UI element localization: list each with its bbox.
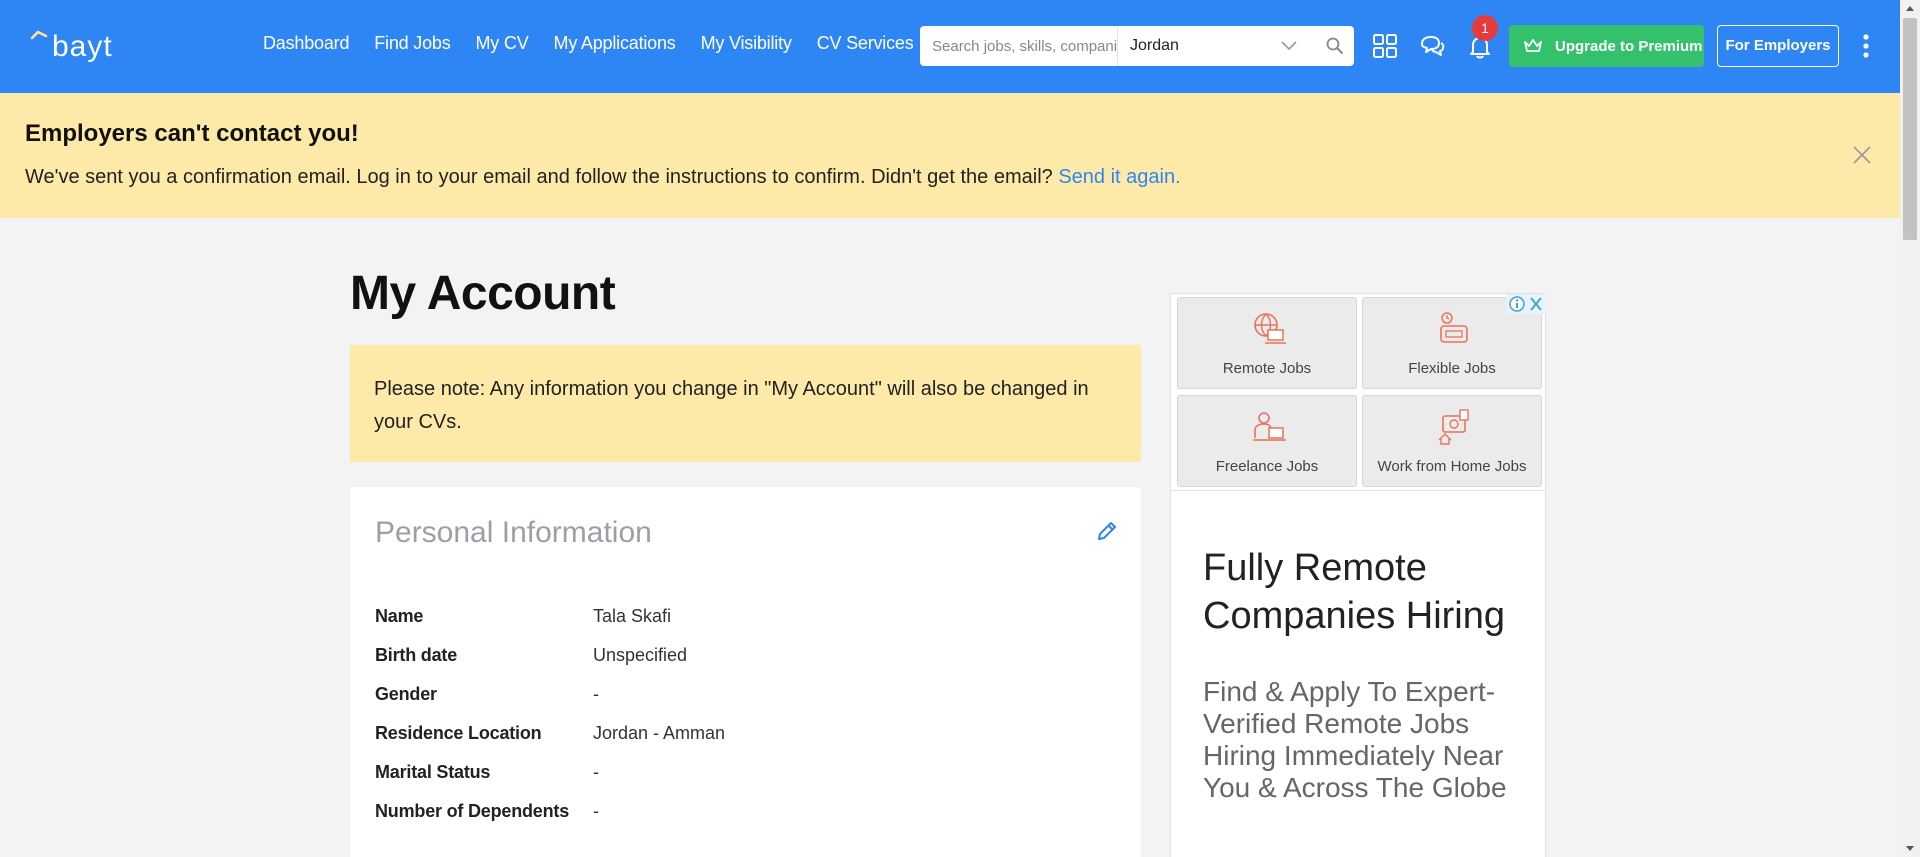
for-employers-button[interactable]: For Employers: [1717, 25, 1839, 67]
scrollbar-thumb[interactable]: [1903, 18, 1917, 240]
personal-info-list: Name Tala Skafi Birth date Unspecified G…: [375, 597, 725, 831]
info-label: Marital Status: [375, 762, 491, 782]
main-nav: Dashboard Find Jobs My CV My Application…: [263, 33, 939, 54]
info-row-dependents: Number of Dependents -: [375, 792, 725, 831]
close-icon[interactable]: [1852, 145, 1872, 165]
search-icon[interactable]: [1325, 36, 1345, 56]
svg-text:bayt: bayt: [52, 30, 113, 62]
chevron-down-icon[interactable]: [1280, 38, 1298, 52]
ad-choices-icon[interactable]: [1506, 294, 1546, 314]
ad-divider: [1171, 490, 1547, 491]
ad-body-text: Find & Apply To Expert-Verified Remote J…: [1203, 676, 1507, 803]
nav-find-jobs[interactable]: Find Jobs: [374, 33, 450, 54]
ad-tile-label: Freelance Jobs: [1215, 458, 1319, 475]
info-value: Jordan - Amman: [593, 723, 726, 743]
info-row-marital-status: Marital Status -: [375, 753, 725, 792]
ad-tile-freelance-jobs[interactable]: Freelance Jobs: [1177, 395, 1357, 487]
clock-device-icon: [1440, 312, 1468, 343]
nav-cv-services[interactable]: CV Services: [817, 33, 914, 54]
ad-tile-label: Flexible Jobs: [1408, 360, 1496, 377]
info-label: Residence Location: [375, 723, 542, 743]
page-scrollbar[interactable]: [1900, 0, 1920, 857]
info-label: Gender: [375, 684, 437, 704]
bayt-logo[interactable]: bayt: [30, 28, 160, 62]
info-value: Unspecified: [593, 645, 688, 665]
personal-information-card: Personal Information Name Tala Skafi Bir…: [350, 487, 1141, 857]
ad-tile-work-from-home-jobs[interactable]: Work from Home Jobs: [1362, 395, 1542, 487]
email-confirmation-banner: Employers can't contact you! We've sent …: [0, 93, 1900, 218]
info-label: Name: [375, 606, 424, 626]
nav-dashboard[interactable]: Dashboard: [263, 33, 349, 54]
banner-message-text: We've sent you a confirmation email. Log…: [25, 166, 1053, 188]
info-label: Birth date: [375, 645, 458, 665]
info-row-birth-date: Birth date Unspecified: [375, 636, 725, 675]
info-value: Tala Skafi: [593, 606, 672, 626]
banner-message: We've sent you a confirmation email. Log…: [25, 166, 1181, 189]
info-value: -: [593, 762, 599, 782]
upgrade-premium-button[interactable]: Upgrade to Premium: [1509, 25, 1704, 67]
crown-icon: [1524, 39, 1542, 52]
card-heading: Personal Information: [375, 516, 652, 549]
ad-tile-label: Work from Home Jobs: [1377, 458, 1527, 475]
apps-grid-icon[interactable]: [1371, 32, 1399, 60]
ad-tile-label: Remote Jobs: [1222, 360, 1312, 377]
chat-icon[interactable]: [1418, 32, 1446, 60]
more-options-icon[interactable]: [1862, 32, 1870, 60]
account-change-note: Please note: Any information you change …: [350, 345, 1141, 462]
resend-email-link[interactable]: Send it again.: [1058, 166, 1180, 188]
person-desk-icon: [1253, 412, 1286, 441]
nav-my-applications[interactable]: My Applications: [554, 33, 676, 54]
info-row-gender: Gender -: [375, 675, 725, 714]
ad-job-type-grid: Remote Jobs Flexible Jobs Freelance Jobs…: [1177, 294, 1543, 490]
search-input[interactable]: [920, 27, 1117, 65]
info-row-name: Name Tala Skafi: [375, 597, 725, 636]
scroll-up-arrow-icon[interactable]: [1905, 4, 1915, 12]
info-value: -: [593, 684, 599, 704]
upgrade-premium-label: Upgrade to Premium: [1555, 37, 1703, 55]
banner-title: Employers can't contact you!: [25, 120, 359, 147]
info-value: -: [593, 801, 599, 821]
nav-my-visibility[interactable]: My Visibility: [701, 33, 792, 54]
top-navigation-bar: bayt Dashboard Find Jobs My CV My Applic…: [0, 0, 1900, 93]
ad-tile-remote-jobs[interactable]: Remote Jobs: [1177, 297, 1357, 389]
page-title: My Account: [350, 267, 616, 320]
info-row-residence: Residence Location Jordan - Amman: [375, 714, 725, 753]
info-label: Number of Dependents: [375, 801, 570, 821]
scroll-down-arrow-icon[interactable]: [1905, 845, 1915, 853]
edit-pencil-icon[interactable]: [1095, 519, 1119, 543]
location-select[interactable]: Jordan: [1118, 27, 1285, 65]
ad-headline: Fully Remote Companies Hiring: [1203, 547, 1506, 637]
advertisement[interactable]: Remote Jobs Flexible Jobs Freelance Jobs…: [1170, 293, 1547, 857]
globe-laptop-icon: [1254, 313, 1286, 344]
notification-count-badge: 1: [1472, 15, 1498, 41]
job-search-bar: Jordan: [920, 26, 1354, 66]
home-laptop-icon: [1438, 409, 1469, 445]
nav-my-cv[interactable]: My CV: [476, 33, 529, 54]
